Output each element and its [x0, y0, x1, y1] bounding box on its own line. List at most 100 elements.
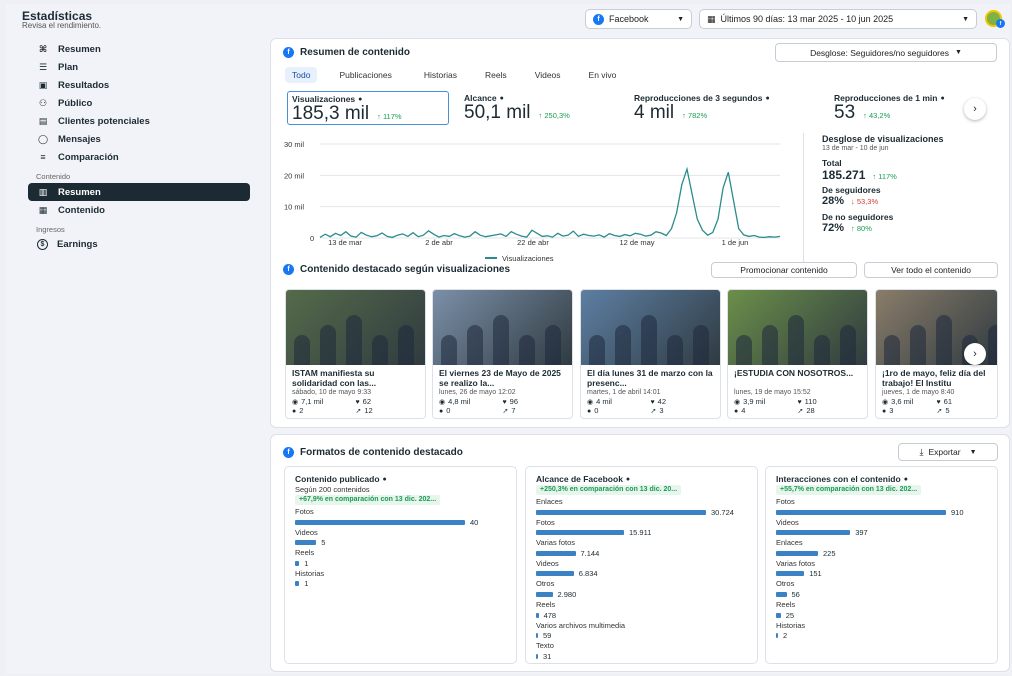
info-icon: ●: [382, 475, 387, 483]
thumbnail-figure: [294, 335, 310, 365]
post-stat-comments: ● 3: [882, 406, 937, 415]
tab-2[interactable]: Historias: [424, 70, 457, 80]
format-bar-label: Enlaces: [536, 497, 563, 506]
thumbnail-figure: [398, 325, 414, 365]
metric-card-2[interactable]: Reproducciones de 3 segundos ● 4 mil ↑ 782%: [634, 91, 799, 125]
metric-card-1[interactable]: Alcance ● 50,1 mil ↑ 250,3%: [464, 91, 629, 125]
sidebar-item-3[interactable]: ⚇ Público: [28, 94, 250, 112]
format-bar-row: Fotos 910: [776, 497, 964, 517]
post-card[interactable]: ¡ESTUDIA CON NOSOTROS... lunes, 19 de may…: [727, 289, 868, 419]
sidebar-item-0[interactable]: ⌘ Resumen: [28, 40, 250, 58]
format-card-title-row: Alcance de Facebook ●: [536, 474, 630, 484]
format-bar-row: Reels 478: [536, 600, 556, 620]
sidebar-content-item-1[interactable]: ▦ Contenido: [28, 201, 250, 219]
format-bar: [776, 509, 946, 515]
info-icon: ●: [903, 475, 908, 483]
post-thumbnail[interactable]: [286, 290, 425, 365]
format-bar-line: 31: [536, 651, 554, 661]
post-thumbnail[interactable]: [433, 290, 572, 365]
nonfollowers-value: 72%: [822, 222, 845, 234]
see-all-content-button[interactable]: Ver todo el contenido: [864, 262, 998, 278]
total-value: 185.271: [822, 168, 866, 182]
breakdown-dropdown[interactable]: Desglose: Seguidores/no seguidores ▼: [775, 43, 997, 62]
format-bar: [776, 591, 787, 597]
sidebar-content-item-0[interactable]: ▥ Resumen: [28, 183, 250, 201]
post-thumbnail[interactable]: [728, 290, 867, 365]
thumbnail-figure: [372, 335, 388, 365]
sidebar-item-4[interactable]: ▤ Clientes potenciales: [28, 112, 250, 130]
format-bar: [536, 653, 538, 659]
format-bar-line: 40: [295, 517, 478, 527]
date-range-selector[interactable]: ▦ Últimos 90 días: 13 mar 2025 - 10 jun …: [699, 9, 977, 29]
sidebar-income-item-0[interactable]: $ Earnings: [28, 235, 250, 253]
post-stat-value: 2: [299, 406, 304, 415]
total-label: Total: [822, 158, 842, 168]
metric-change: ↑ 43,2%: [863, 111, 891, 120]
post-stat-views: ◉ 7,1 mil: [292, 397, 356, 406]
metric-value-row: 4 mil ↑ 782%: [634, 102, 799, 124]
total-row: 185.271 ↑ 117%: [822, 168, 897, 182]
metric-value: 53: [834, 102, 856, 123]
chevron-right-icon: ›: [973, 103, 977, 115]
post-date: jueves, 1 de mayo 8:40: [882, 389, 955, 396]
breakdown-title: Desglose de visualizaciones: [822, 134, 944, 144]
post-card[interactable]: El día lunes 31 de marzo con la presenc.…: [580, 289, 721, 419]
tab-4[interactable]: Videos: [535, 70, 561, 80]
export-button[interactable]: ⤓ Exportar ▼: [898, 443, 998, 461]
post-thumbnail[interactable]: [581, 290, 720, 365]
post-stat-value: 12: [364, 406, 373, 415]
sidebar-item-label: Plan: [58, 61, 79, 73]
format-bar-value: 40: [470, 517, 479, 527]
promote-content-button[interactable]: Promocionar contenido: [711, 262, 857, 278]
tab-5[interactable]: En vivo: [589, 70, 617, 80]
info-icon: ●: [358, 95, 363, 103]
avatar[interactable]: f: [985, 10, 1005, 28]
post-stat-shares: ➚ 7: [503, 406, 567, 415]
format-bar-label: Reels: [776, 600, 796, 609]
post-stat-value: 3,9 mil: [743, 397, 766, 406]
format-bar: [536, 612, 539, 618]
format-bar-row: Fotos 40: [295, 507, 478, 527]
metric-card-0[interactable]: Visualizaciones ● 185,3 mil ↑ 117%: [287, 91, 449, 125]
post-stat-likes: ♥ 110: [798, 397, 862, 406]
followers-row: 28% ↓ 53,3%: [822, 195, 878, 207]
next-posts-button[interactable]: ›: [964, 343, 986, 365]
post-stat-views: ◉ 4,8 mil: [439, 397, 503, 406]
format-card-title: Interacciones con el contenido: [776, 474, 901, 484]
chevron-down-icon: ▼: [969, 448, 977, 456]
post-stats: ◉ 3,9 mil ♥ 110 ● 4 ➚ 28: [728, 397, 867, 415]
post-stat-value: 3: [889, 406, 894, 415]
thumbnail-figure: [667, 335, 683, 365]
tab-3[interactable]: Reels: [485, 70, 507, 80]
breakdown-range: 13 de mar - 10 de jun: [822, 145, 889, 152]
format-bar-line: 1: [295, 579, 324, 589]
platform-selector[interactable]: f Facebook ▼: [585, 9, 692, 29]
post-date: lunes, 19 de mayo 15:52: [734, 389, 811, 396]
y-tick-label: 30 mil: [284, 140, 304, 149]
sidebar-item-6[interactable]: ≡ Comparación: [28, 148, 250, 166]
post-card[interactable]: ISTAM manifiesta su solidaridad con las.…: [285, 289, 426, 419]
results-icon: ▣: [38, 79, 48, 90]
sidebar-item-1[interactable]: ☰ Plan: [28, 58, 250, 76]
info-icon: ●: [765, 94, 770, 102]
eye-icon: ◉: [587, 399, 594, 406]
sidebar-item-5[interactable]: ◯ Mensajes: [28, 130, 250, 148]
thumbnail-figure: [762, 325, 778, 365]
tab-1[interactable]: Publicaciones: [339, 70, 391, 80]
post-stats: ◉ 3,6 mil ♥ 61 ● 3 ➚ 5: [876, 397, 997, 415]
post-card[interactable]: El viernes 23 de Mayo de 2025 se realizo…: [432, 289, 573, 419]
format-bar: [776, 633, 778, 639]
tab-0[interactable]: Todo: [285, 67, 318, 83]
comparison-badge: +67,9% en comparación con 13 dic. 202...: [295, 495, 441, 505]
sidebar-item-label: Resumen: [58, 186, 101, 198]
chevron-right-icon: ›: [973, 348, 977, 360]
info-icon: ●: [940, 94, 945, 102]
next-metrics-button[interactable]: ›: [964, 98, 986, 120]
format-bar-row: Enlaces 225: [776, 538, 836, 558]
format-bar-row: Varios archivos multimedia 59: [536, 621, 625, 641]
plan-icon: ☰: [38, 61, 48, 72]
format-bar-value: 31: [543, 651, 552, 661]
format-bar-label: Otros: [536, 579, 555, 589]
sidebar-item-2[interactable]: ▣ Resultados: [28, 76, 250, 94]
format-bar: [536, 550, 576, 556]
